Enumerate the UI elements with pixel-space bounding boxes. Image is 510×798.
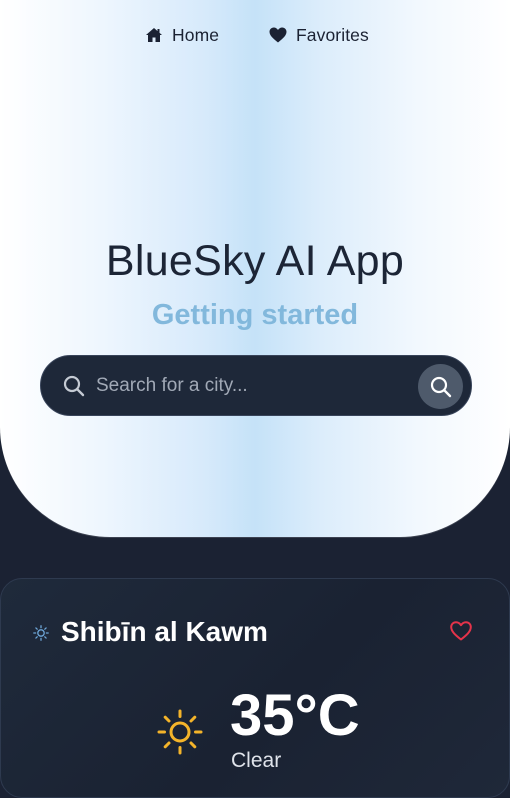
heart-outline-icon <box>450 621 472 641</box>
search-input[interactable] <box>96 370 406 402</box>
page-subtitle: Getting started <box>151 299 359 331</box>
weather-condition-sun-icon <box>157 709 203 755</box>
heart-icon <box>269 27 287 43</box>
nav-favorites-label: Favorites <box>296 24 369 45</box>
favorite-button[interactable] <box>450 621 472 646</box>
temperature-value: 35°C <box>230 683 360 748</box>
top-nav: Home Favorites <box>0 24 510 46</box>
city-name: Shibīn al Kawm <box>61 616 268 647</box>
sun-icon <box>33 625 49 641</box>
weather-card: Shibīn al Kawm 35°C Clear <box>0 578 510 798</box>
search-button[interactable] <box>418 364 463 409</box>
home-icon <box>146 28 162 42</box>
search-icon <box>430 376 451 397</box>
hero-section: Home Favorites BlueSky AI App Getting st… <box>0 0 510 537</box>
search-icon <box>63 375 85 397</box>
weather-condition: Clear <box>231 749 282 772</box>
nav-home-link[interactable]: Home <box>145 24 219 46</box>
nav-home-label: Home <box>172 24 220 45</box>
app-title: BlueSky AI App <box>105 237 405 285</box>
nav-favorites-link[interactable]: Favorites <box>269 24 369 46</box>
search-bar <box>40 355 472 416</box>
